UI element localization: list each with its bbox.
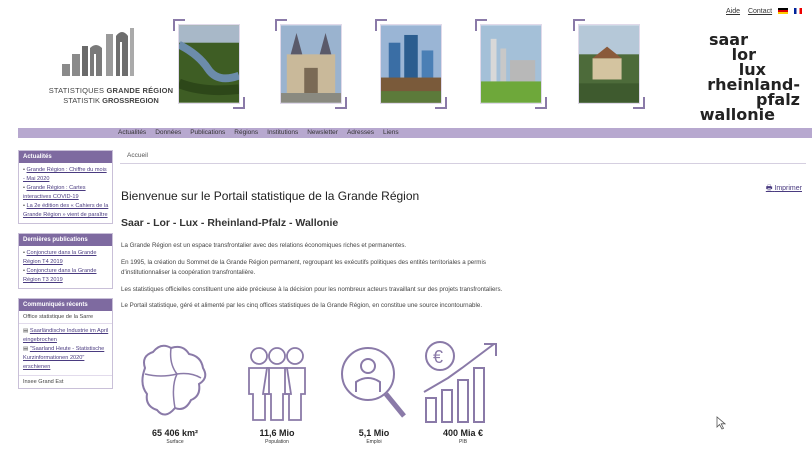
stat-label: Emploi [366,439,382,445]
nav-publications[interactable]: Publications [190,128,225,138]
svg-text:€: € [433,347,443,367]
key-figures: 65 406 km² Surface 11,6 Mio Population 5… [122,338,542,468]
nav-regions[interactable]: Régions [234,128,258,138]
paragraph: La Grande Région est un espace transfron… [121,242,407,249]
stat-value: 5,1 Mio [358,428,390,438]
stat-population: 11,6 Mio Population [232,338,322,445]
stat-value: 65 406 km² [151,428,199,438]
page-title: Bienvenue sur le Portail statistique de … [121,189,420,203]
stat-value: 11,6 Mio [259,428,295,438]
publication-link[interactable]: Conjoncture dans la Grande Région T3 201… [23,268,96,283]
list-item: • Conjoncture dans la Grande Région T4 2… [23,250,97,265]
header-photo-industry [475,19,547,109]
logo-line-2: STATISTIK GROSSREGION [63,96,159,105]
region-wallonie: wallonie [699,105,775,124]
nav-institutions[interactable]: Institutions [267,128,298,138]
stat-label: PIB [458,439,468,445]
contact-link[interactable]: Contact [748,8,772,15]
region-rheinland-pfalz: rheinland-pfalz [707,75,800,109]
press-release-link[interactable]: "Saarland Heute - Statistische Kurzinfor… [23,346,104,370]
document-icon: ▤ [23,346,29,352]
header-photo-city [375,19,447,109]
office-label: Office statistique de la Sarre [19,311,112,324]
office-label: Insee Grand Est [19,375,112,388]
header-photo-town [573,19,645,109]
list-item: ▤ Saarländische Industrie im April einge… [23,327,109,345]
german-flag-icon[interactable] [778,8,789,15]
main-nav-bar: Actualités Données Publications Régions … [18,128,812,138]
press-releases-box-title: Communiqués récents [19,299,112,311]
publication-link[interactable]: Conjoncture dans la Grande Région T4 201… [23,250,96,265]
press-release-link[interactable]: Saarländische Industrie im April eingebr… [23,328,108,343]
printer-icon: 🖶 [765,185,773,192]
logo-line-1: STATISTIQUES GRANDE RÉGION [48,86,174,95]
paragraph: En 1995, la création du Sommet de la Gra… [121,258,486,277]
site-logo[interactable]: STATISTIQUES GRANDE RÉGION STATISTIK GRO… [46,24,176,120]
main-nav: Actualités Données Publications Régions … [118,128,408,138]
list-item: • Grande Région : Cartes interactives CO… [23,185,86,200]
press-releases-box: Communiqués récents Office statistique d… [18,298,113,389]
news-box: Actualités • Grande Région : Chiffre du … [18,150,113,224]
list-item: • La 2e édition des « Cahiers de la Gran… [23,203,109,218]
news-link[interactable]: La 2e édition des « Cahiers de la Grande… [23,203,108,218]
news-box-title: Actualités [19,151,112,163]
news-link[interactable]: Grande Région : Cartes interactives COVI… [23,185,86,200]
paragraph: Les statistiques officielles constituent… [121,285,503,293]
stat-gdp: € 400 Mia € PIB [418,338,508,445]
job-search-icon [341,347,406,418]
stat-employment: 5,1 Mio Emploi [329,338,419,445]
list-item: • Grande Région : Chiffre du mois - Mai … [23,167,107,182]
document-icon: ▤ [23,328,29,334]
intro-text: La Grande Région est un espace transfron… [121,241,511,318]
top-links: Aide Contact [720,8,802,15]
french-flag-icon[interactable] [794,8,802,15]
stat-value: 400 Mia € [442,428,484,438]
nav-liens[interactable]: Liens [383,128,399,138]
map-icon [141,344,207,416]
nav-actualites[interactable]: Actualités [118,128,146,138]
header-photo-river [173,19,245,109]
page-subtitle: Saar - Lor - Lux - Rheinland-Pfalz - Wal… [121,217,339,229]
stat-label: Population [265,439,289,445]
breadcrumb-home[interactable]: Accueil [127,152,148,159]
mouse-cursor-icon [716,416,726,430]
publications-box-title: Dernières publications [19,234,112,246]
print-link[interactable]: 🖶 Imprimer [766,184,802,195]
stat-label: Surface [166,439,184,445]
paragraph: Le Portail statistique, géré et alimenté… [121,302,483,309]
nav-donnees[interactable]: Données [155,128,181,138]
site-header: STATISTIQUES GRANDE RÉGION STATISTIK GRO… [0,0,812,126]
regions-wordmark: saar lor lux rheinland-pfalz wallonie [680,32,800,124]
stat-surface: 65 406 km² Surface [130,338,220,445]
news-link[interactable]: Grande Région : Chiffre du mois - Mai 20… [23,167,107,182]
publications-box: Dernières publications • Conjoncture dan… [18,233,113,289]
nav-newsletter[interactable]: Newsletter [307,128,338,138]
help-link[interactable]: Aide [726,8,740,15]
breadcrumb: Accueil [120,150,806,164]
growth-chart-icon: € [423,341,497,423]
list-item: ▤ "Saarland Heute - Statistische Kurzinf… [23,345,109,372]
nav-adresses[interactable]: Adresses [347,128,374,138]
header-photo-castle [275,19,347,109]
list-item: • Conjoncture dans la Grande Région T3 2… [23,268,97,283]
logo-mark-icon [62,28,134,76]
people-icon [248,347,306,421]
sidebar: Actualités • Grande Région : Chiffre du … [18,150,113,398]
